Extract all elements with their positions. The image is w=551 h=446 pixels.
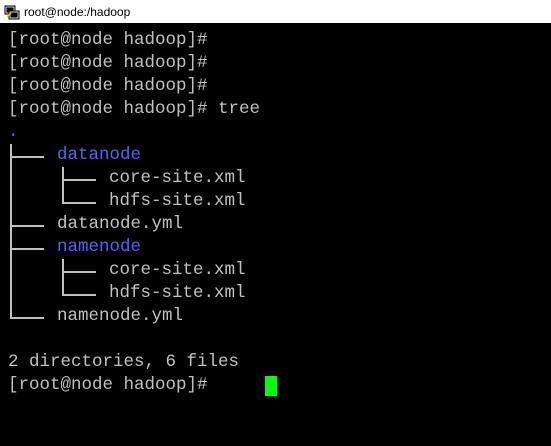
terminal-window: root@node:/hadoop [root@node hadoop]# [r… xyxy=(0,0,551,446)
prompt-line: [root@node hadoop]# xyxy=(8,53,208,73)
tree-connector xyxy=(10,144,12,319)
tree-connector xyxy=(62,167,64,203)
tree-connector xyxy=(10,156,44,158)
directory-entry: namenode xyxy=(57,237,142,257)
prompt-line: [root@node hadoop]# tree xyxy=(8,99,261,119)
tree-connector xyxy=(62,271,96,273)
text-cursor[interactable] xyxy=(265,376,277,396)
prompt-line: [root@node hadoop]# xyxy=(8,76,208,96)
file-entry: namenode.yml xyxy=(57,306,184,326)
tree-connector xyxy=(10,248,44,250)
file-entry: datanode.yml xyxy=(57,214,184,234)
tree-connector xyxy=(62,202,96,204)
file-entry: core-site.xml xyxy=(109,168,246,188)
tree-root: . xyxy=(8,122,19,142)
directory-entry: datanode xyxy=(57,145,142,165)
file-entry: hdfs-site.xml xyxy=(109,191,246,211)
tree-summary: 2 directories, 6 files xyxy=(8,352,240,372)
prompt-line: [root@node hadoop]# xyxy=(8,30,208,50)
tree-connector xyxy=(10,225,44,227)
window-title: root@node:/hadoop xyxy=(24,4,131,19)
tree-connector xyxy=(62,259,64,295)
tree-connector xyxy=(10,317,44,319)
terminal-output[interactable]: [root@node hadoop]# [root@node hadoop]# … xyxy=(0,23,551,446)
file-entry: hdfs-site.xml xyxy=(109,283,246,303)
file-entry: core-site.xml xyxy=(109,260,246,280)
title-bar[interactable]: root@node:/hadoop xyxy=(0,0,551,23)
active-prompt: [root@node hadoop]# xyxy=(8,375,219,395)
putty-terminal-icon xyxy=(4,5,20,19)
tree-connector xyxy=(62,179,96,181)
tree-connector xyxy=(62,294,96,296)
